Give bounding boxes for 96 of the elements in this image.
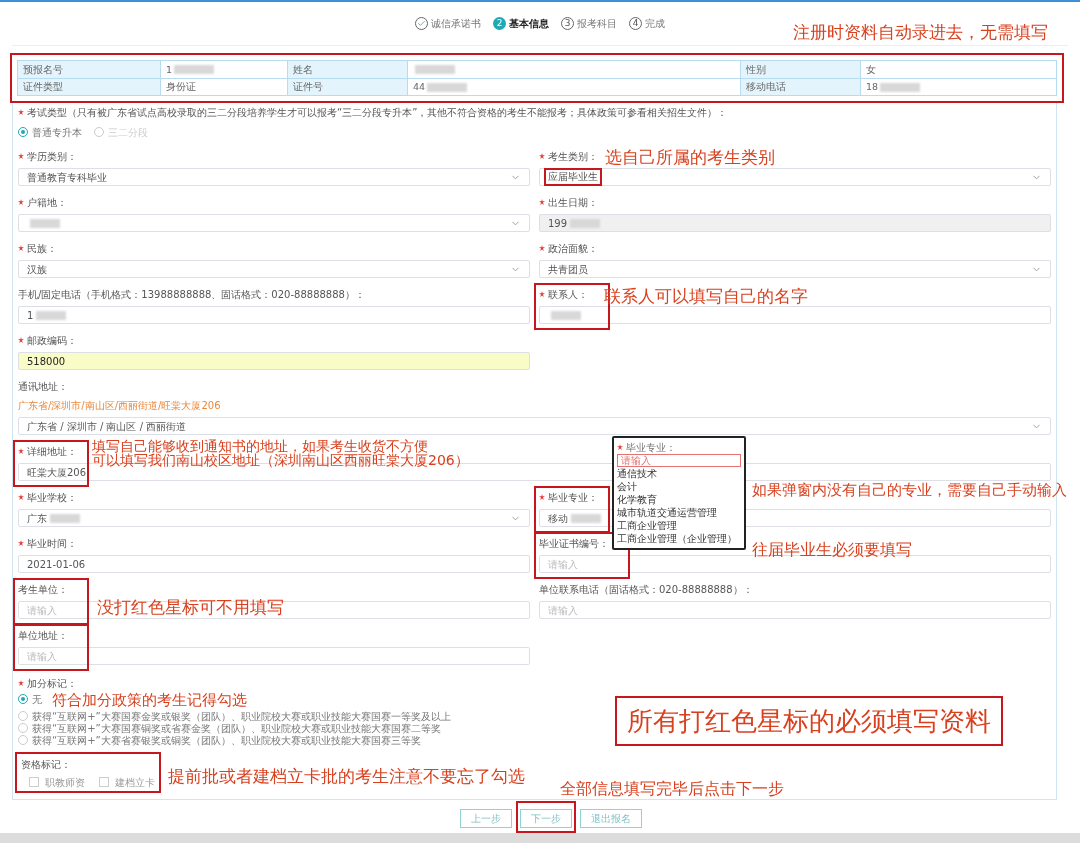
field-label: 单位联系电话（固话格式：020-88888888）： — [539, 582, 753, 597]
field-value: 2021-01-06 — [27, 557, 86, 572]
field-value: 1 — [27, 308, 34, 323]
input-field[interactable]: 518000 — [18, 352, 530, 371]
field-value: 518000 — [27, 354, 66, 369]
dropdown-option[interactable]: 通信技术 — [617, 468, 741, 480]
checkbox[interactable] — [29, 777, 39, 788]
field-label: 考生单位： — [18, 582, 68, 597]
redacted-text — [50, 513, 80, 523]
select-field[interactable]: 普通教育专科毕业 — [18, 168, 530, 187]
table-cell: 1 — [161, 61, 288, 79]
placeholder-text: 请输入 — [548, 557, 578, 572]
placeholder-text: 请输入 — [548, 603, 578, 618]
table-header-cell: 证件号 — [288, 79, 408, 96]
radio-label: 获得“互联网+”大赛省赛银奖或铜奖（团队）、职业院校大赛或职业技能大赛国赛三等奖 — [32, 734, 421, 748]
redacted-text — [551, 310, 581, 320]
step-label[interactable]: 基本信息 — [509, 16, 549, 32]
step-number: 2 — [493, 17, 506, 31]
input-field[interactable]: 2021-01-06 — [18, 555, 530, 574]
input-field[interactable] — [539, 306, 1051, 325]
field-label: 政治面貌： — [548, 241, 598, 256]
table-header-cell: 性别 — [741, 61, 861, 79]
checkbox-label: 建档立卡 — [115, 775, 155, 790]
field-value: 旺棠大厦206 — [27, 465, 87, 480]
annotation-text: 没打红色星标可不用填写 — [97, 599, 284, 616]
select-field[interactable]: 汉族 — [18, 260, 530, 279]
table-header-cell: 姓名 — [288, 61, 408, 79]
annotation-text: 往届毕业生必须要填写 — [752, 542, 912, 558]
table-cell-text: 女 — [865, 62, 877, 77]
redacted-text — [571, 513, 601, 523]
table-header-cell: 证件类型 — [18, 79, 161, 96]
radio-label: 获得“互联网+”大赛国赛铜奖或省赛金奖（团队）、职业院校大赛或职业技能大赛国赛二等奖 — [32, 722, 441, 735]
annotation-text: 填写自己能够收到通知书的地址，如果考生收货不方便 — [92, 439, 428, 453]
select-field[interactable]: 广东 — [18, 509, 530, 528]
field-label: 联系人： — [548, 287, 588, 302]
table-header-cell: 预报名号 — [18, 61, 161, 79]
annotation-callout: 所有打红色星标的必须填写资料 — [615, 696, 1003, 746]
annotation-text: 选自己所属的考生类别 — [605, 149, 775, 166]
redacted-text — [30, 218, 60, 228]
field-label: 手机/固定电话（手机格式：13988888888、固话格式：020-88888888）： — [18, 287, 365, 302]
radio-label: 普通专升本 — [32, 125, 82, 140]
field-label: 出生日期： — [548, 195, 598, 210]
dropdown-option[interactable]: 工商企业管理（企业管理） — [617, 533, 741, 545]
annotation-text: 全部信息填写完毕后点击下一步 — [560, 781, 784, 797]
field-value: 应届毕业生 — [544, 168, 602, 187]
select-field[interactable]: 应届毕业生 — [539, 168, 1051, 187]
select-field[interactable] — [18, 214, 530, 233]
field-label: 资格标记： — [21, 758, 72, 772]
field-label: 详细地址： — [27, 444, 77, 459]
field-value: 移动 — [548, 511, 568, 526]
field-label: 毕业专业： — [548, 490, 598, 505]
select-field[interactable]: 共青团员 — [539, 260, 1051, 279]
placeholder-text: 请输入 — [27, 649, 57, 664]
radio-label: 无 — [32, 692, 42, 707]
redacted-text — [36, 310, 67, 320]
checkbox[interactable] — [99, 777, 109, 788]
field-value: 汉族 — [27, 262, 47, 277]
annotation-text: 如果弹窗内没有自己的专业，需要自己手动输入 — [752, 483, 1067, 498]
checkbox-label: 职教师资 — [45, 775, 85, 790]
redacted-text — [570, 218, 601, 228]
field-label: 考试类型（只有被广东省试点高校录取的三二分段培养学生才可以报考“三二分段专升本”，其他不符合资格的考生不能报考；具体政策可参看相关招生文件）： — [27, 105, 728, 120]
field-label: 加分标记： — [27, 676, 77, 691]
annotation-text: 提前批或者建档立卡批的考生注意不要忘了勾选 — [168, 768, 525, 785]
annotation-text: 注册时资料自动录进去，无需填写 — [793, 24, 1048, 41]
field-label: 考生类别： — [548, 149, 598, 164]
field-label: 邮政编码： — [27, 333, 77, 348]
annotation-text: 符合加分政策的考生记得勾选 — [52, 693, 247, 708]
field-label: 学历类别： — [27, 149, 77, 164]
placeholder-text: 请输入 — [27, 603, 57, 618]
step-label[interactable]: 完成 — [645, 16, 665, 32]
field-label: 毕业学校： — [27, 490, 77, 505]
field-label: 单位地址： — [18, 628, 68, 643]
dropdown-option[interactable]: 会计 — [617, 481, 741, 493]
selected-address: 广东省/深圳市/南山区/西丽街道/旺棠大厦206 — [18, 399, 222, 413]
field-value: 199 — [548, 216, 568, 231]
horizontal-scrollbar[interactable] — [0, 833, 1080, 843]
field-label: 毕业证书编号： — [539, 536, 609, 551]
table-cell: 44 — [408, 79, 741, 96]
radio-label: 获得“互联网+”大赛国赛金奖或银奖（团队）、职业院校大赛或职业技能大赛国赛一等奖及以上 — [32, 709, 451, 723]
table-cell: 18 — [861, 79, 1056, 96]
field-label: 民族： — [27, 241, 57, 256]
field-value: 普通教育专科毕业 — [27, 170, 107, 185]
input-field[interactable]: 1 — [18, 306, 530, 325]
field-value: 共青团员 — [548, 262, 588, 277]
table-header-cell: 移动电话 — [741, 79, 861, 96]
dropdown-option[interactable]: 化学教育 — [617, 494, 741, 506]
dropdown-option[interactable]: 城市轨道交通运营管理 — [617, 507, 741, 519]
field-value: 广东 — [27, 511, 47, 526]
field-label: 毕业专业： — [626, 440, 676, 455]
step-label[interactable]: 诚信承诺书 — [431, 16, 481, 32]
field-label: 户籍地： — [27, 195, 67, 210]
field-label: 毕业时间： — [27, 536, 77, 551]
field-value: 广东省 / 深圳市 / 南山区 / 西丽街道 — [27, 419, 187, 434]
step-label[interactable]: 报考科目 — [577, 16, 617, 32]
select-field[interactable]: 广东省 / 深圳市 / 南山区 / 西丽街道 — [18, 417, 1051, 436]
field-label: 通讯地址： — [18, 379, 68, 394]
